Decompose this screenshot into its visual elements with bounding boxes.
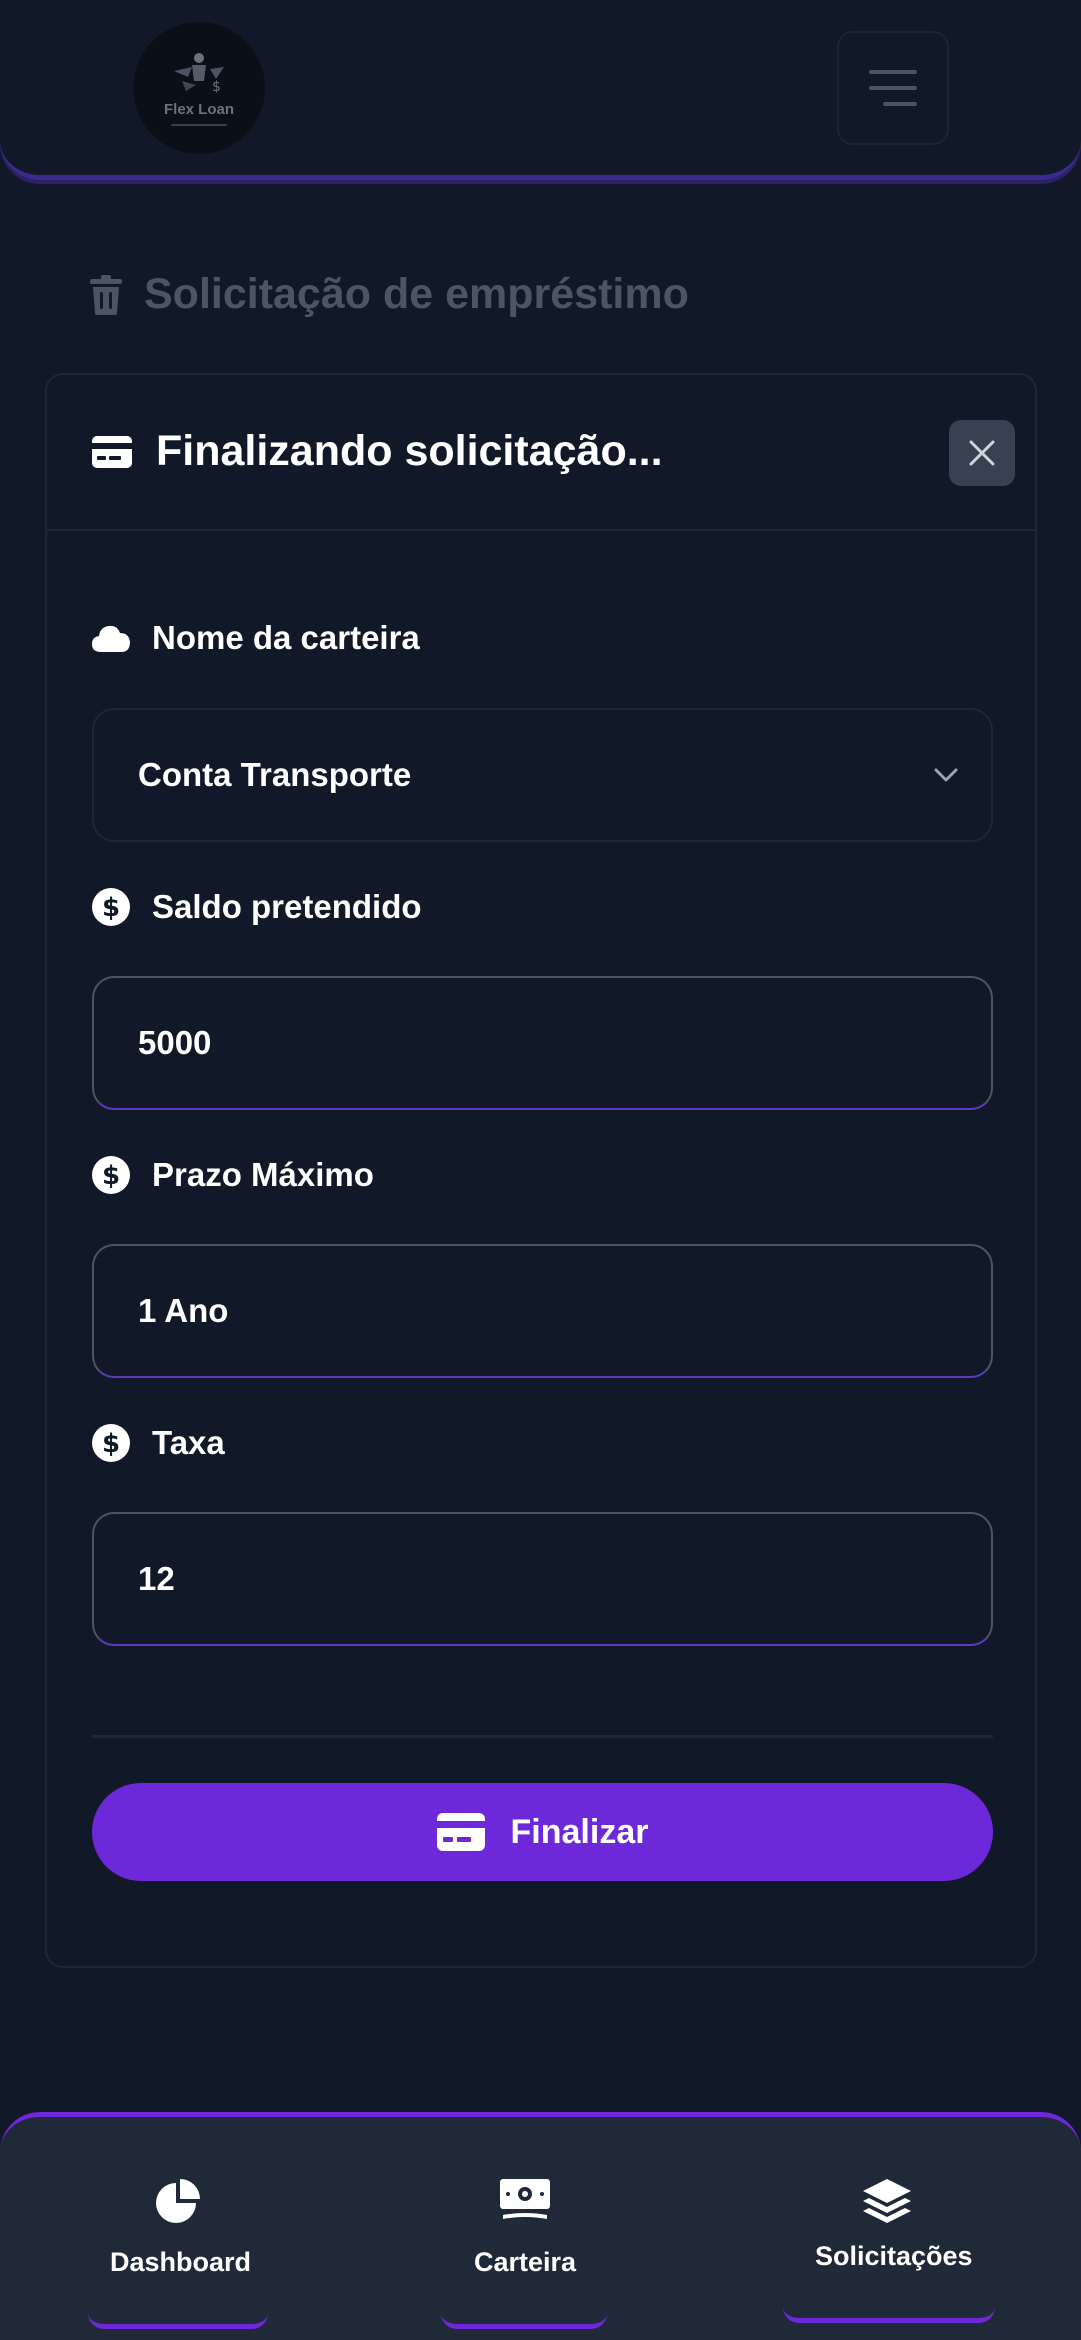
chevron-down-icon (934, 768, 958, 782)
svg-text:$: $ (102, 1429, 120, 1459)
pie-chart-icon (154, 2177, 202, 2230)
app-root: $ Flex Loan Solicitação de empréstimo Fi… (0, 0, 1081, 2340)
amount-input-value: 5000 (138, 1024, 212, 1061)
form-divider (92, 1735, 993, 1738)
nav-underline (783, 2307, 995, 2323)
card-header: Finalizando solicitação... (47, 375, 1035, 531)
trash-icon (90, 274, 122, 315)
nav-item-carteira[interactable]: Carteira (441, 2117, 607, 2340)
rate-label-text: Taxa (152, 1424, 225, 1461)
amount-label: $ Saldo pretendido (92, 888, 422, 926)
brand-logo[interactable]: $ Flex Loan (133, 22, 265, 154)
term-label-text: Prazo Máximo (152, 1156, 374, 1193)
request-card: Finalizando solicitação... Nome da carte… (45, 373, 1037, 1968)
dollar-circle-icon: $ (92, 1424, 130, 1462)
dollar-circle-icon: $ (92, 1156, 130, 1194)
wallet-select[interactable]: Conta Transporte (92, 708, 993, 842)
money-bill-icon (499, 2177, 551, 2228)
svg-text:$: $ (212, 79, 221, 95)
page-title-text: Solicitação de empréstimo (144, 270, 689, 318)
finalize-button[interactable]: Finalizar (92, 1783, 993, 1881)
nav-item-dashboard[interactable]: Dashboard (88, 2117, 268, 2340)
term-input[interactable]: 1 Ano (92, 1244, 993, 1378)
nav-underline (88, 2313, 268, 2329)
cloud-icon (92, 625, 130, 652)
dollar-wing-logo-icon: $ (174, 52, 224, 95)
card-title: Finalizando solicitação... (92, 427, 663, 476)
close-icon (969, 440, 995, 466)
credit-card-icon (92, 435, 132, 468)
term-label: $ Prazo Máximo (92, 1156, 374, 1194)
logo-text: Flex Loan (163, 100, 234, 118)
rate-input-value: 12 (138, 1560, 175, 1597)
finalize-button-label: Finalizar (510, 1812, 649, 1851)
menu-button[interactable] (837, 31, 949, 145)
nav-label-solicitacoes: Solicitações (815, 2241, 973, 2271)
hamburger-menu-icon (869, 70, 917, 74)
hamburger-line (883, 102, 917, 106)
nav-label-dashboard: Dashboard (110, 2247, 252, 2277)
term-input-value: 1 Ano (138, 1292, 229, 1329)
nav-label-carteira: Carteira (474, 2247, 577, 2277)
amount-input[interactable]: 5000 (92, 976, 993, 1110)
hamburger-line (869, 86, 917, 90)
svg-text:$: $ (102, 1161, 120, 1191)
rate-label: $ Taxa (92, 1424, 225, 1462)
dollar-circle-icon: $ (92, 888, 130, 926)
nav-underline (441, 2313, 607, 2329)
nav-item-solicitacoes[interactable]: Solicitações (783, 2117, 995, 2340)
wallet-select-value: Conta Transporte (138, 756, 412, 793)
top-header: $ Flex Loan (0, 0, 1081, 180)
logo-underline (171, 123, 227, 126)
close-button[interactable] (949, 420, 1015, 486)
layers-icon (861, 2177, 913, 2232)
wallet-label: Nome da carteira (92, 619, 420, 657)
card-title-text: Finalizando solicitação... (156, 427, 663, 475)
credit-card-icon (436, 1813, 485, 1851)
bottom-nav: Dashboard Carteira Solicitações (0, 2112, 1081, 2340)
wallet-label-text: Nome da carteira (152, 619, 420, 656)
rate-input[interactable]: 12 (92, 1512, 993, 1646)
amount-label-text: Saldo pretendido (152, 888, 422, 925)
page-title: Solicitação de empréstimo (90, 270, 689, 319)
svg-text:$: $ (102, 893, 120, 923)
